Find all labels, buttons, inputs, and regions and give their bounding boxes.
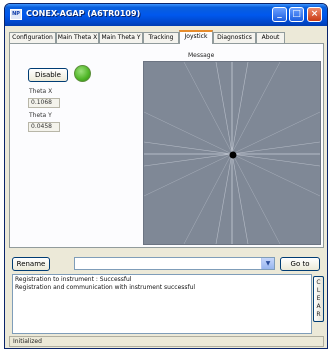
tab-diagnostics[interactable]: Diagnostics — [213, 32, 256, 43]
app-icon: NP — [10, 9, 22, 20]
status-led-icon — [74, 65, 91, 82]
clear-label-letter: C — [316, 279, 321, 286]
joystick-pad[interactable] — [143, 61, 321, 245]
status-text: Initialized — [13, 338, 42, 345]
tab-main-theta-x[interactable]: Main Theta X — [56, 32, 99, 43]
goto-button[interactable]: Go to — [280, 257, 320, 271]
maximize-button[interactable]: □ — [289, 7, 304, 22]
clear-label: CLEAR — [314, 279, 323, 319]
position-combo[interactable]: ▼ — [74, 257, 275, 270]
status-bar: Initialized — [9, 336, 324, 347]
log-line: Registration and communication with inst… — [15, 284, 196, 291]
joystick-guides — [144, 62, 320, 244]
theta-x-value: 0.1068 — [28, 98, 60, 108]
tab-configuration[interactable]: Configuration — [9, 32, 56, 43]
clear-label-letter: A — [316, 303, 321, 310]
tab-joystick[interactable]: Joystick — [179, 30, 213, 44]
clear-label-letter: L — [316, 287, 321, 294]
message-label: Message — [188, 52, 215, 59]
tab-strip: Configuration Main Theta X Main Theta Y … — [9, 30, 325, 44]
theta-y-label: Theta Y — [29, 112, 52, 119]
app-window: NP CONEX-AGAP (A6TR0109) _ □ × Configura… — [4, 3, 328, 349]
window-title: CONEX-AGAP (A6TR0109) — [26, 9, 141, 18]
theta-x-label: Theta X — [29, 88, 53, 95]
clear-label-letter: E — [316, 295, 321, 302]
tab-main-theta-y[interactable]: Main Theta Y — [99, 32, 143, 43]
rename-button[interactable]: Rename — [12, 257, 50, 271]
theta-y-value: 0.0458 — [28, 122, 60, 132]
joystick-cursor[interactable] — [229, 151, 237, 159]
minimize-button[interactable]: _ — [272, 7, 287, 22]
message-log[interactable]: Registration to instrument : Successful … — [12, 274, 312, 334]
tab-tracking[interactable]: Tracking — [143, 32, 179, 43]
clear-button[interactable]: CLEAR — [313, 276, 324, 322]
disable-button[interactable]: Disable — [28, 68, 68, 82]
tab-about[interactable]: About — [256, 32, 285, 43]
close-button[interactable]: × — [307, 7, 322, 22]
clear-label-letter: R — [316, 311, 321, 318]
joystick-panel: Disable Theta X 0.1068 Theta Y 0.0458 Me… — [9, 43, 324, 248]
log-line: Registration to instrument : Successful — [15, 276, 132, 283]
chevron-down-icon[interactable]: ▼ — [261, 258, 274, 269]
title-bar[interactable]: NP CONEX-AGAP (A6TR0109) _ □ × — [5, 4, 327, 26]
